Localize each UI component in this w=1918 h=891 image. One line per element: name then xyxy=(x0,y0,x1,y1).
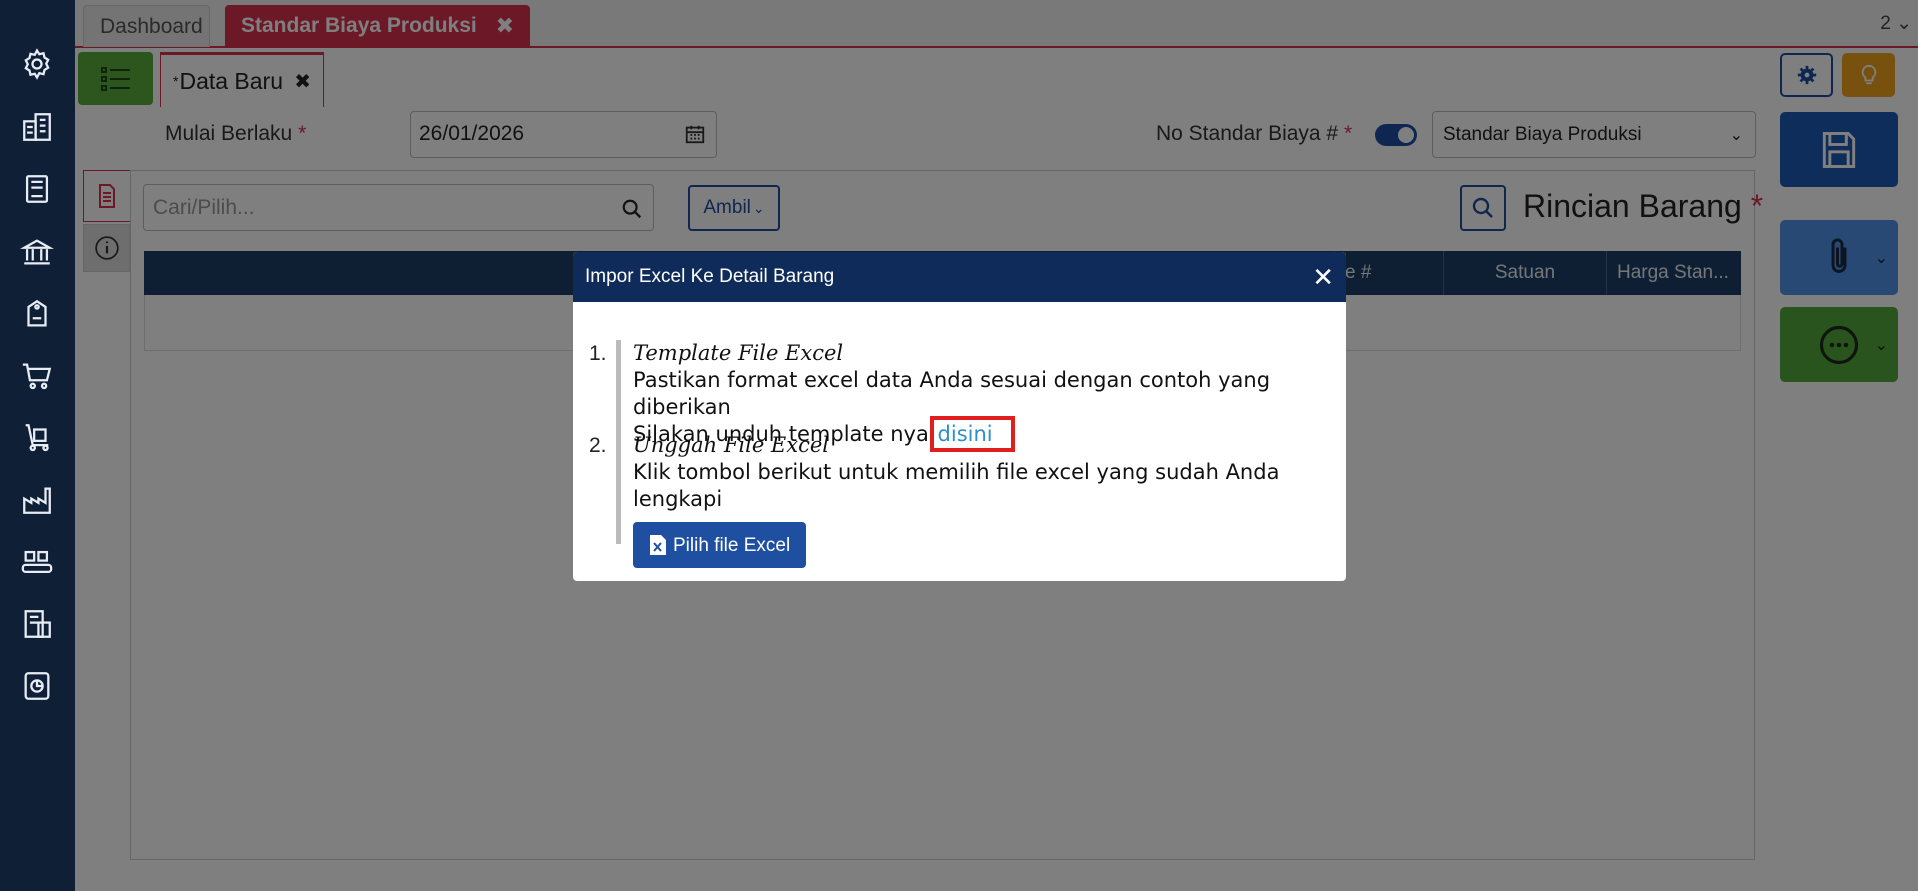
pick-excel-file-button[interactable]: Pilih file Excel xyxy=(633,522,807,568)
step-number: 1. xyxy=(589,342,607,365)
close-icon[interactable]: ✕ xyxy=(1312,264,1334,290)
conveyor-icon[interactable] xyxy=(18,543,56,581)
book-icon[interactable] xyxy=(18,170,56,208)
step-number: 2. xyxy=(589,434,607,457)
report-icon[interactable] xyxy=(18,667,56,705)
factory-icon[interactable] xyxy=(18,481,56,519)
import-excel-dialog: Impor Excel Ke Detail Barang ✕ 1. Templa… xyxy=(573,252,1346,581)
cart-icon[interactable] xyxy=(18,357,56,395)
dialog-header: Impor Excel Ke Detail Barang ✕ xyxy=(573,252,1346,302)
dialog-title: Impor Excel Ke Detail Barang xyxy=(585,266,835,287)
tax-icon[interactable] xyxy=(18,605,56,643)
step-text: Klik tombol berikut untuk memilih file e… xyxy=(633,460,1280,511)
step-title: Template File Excel xyxy=(633,341,844,365)
step-title: Unggah File Excel xyxy=(633,433,830,457)
hand-truck-icon[interactable] xyxy=(18,419,56,457)
sidebar xyxy=(0,0,75,891)
building-icon[interactable] xyxy=(18,108,56,146)
step-upload: Unggah File Excel Klik tombol berikut un… xyxy=(616,432,1346,568)
bank-icon[interactable] xyxy=(18,233,56,271)
excel-file-icon xyxy=(650,535,666,555)
step-text: Pastikan format excel data Anda sesuai d… xyxy=(633,368,1271,419)
price-tag-icon[interactable] xyxy=(18,295,56,333)
gear-icon[interactable] xyxy=(18,45,56,83)
button-label: Pilih file Excel xyxy=(673,534,791,556)
